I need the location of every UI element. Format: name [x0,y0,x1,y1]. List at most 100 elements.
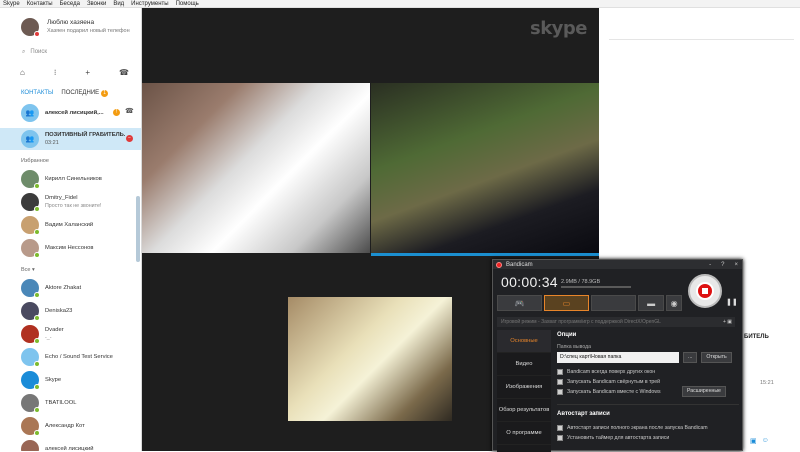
menu-view[interactable]: Вид [113,0,124,7]
recent-badge: 1 [101,89,109,97]
search-input[interactable]: Поиск [30,49,47,55]
help-button[interactable]: ? [721,262,724,268]
stop-icon [696,282,714,300]
contact-avatar [21,370,40,390]
option-autostart-timer[interactable]: Установить таймер для автостарта записи [557,433,739,443]
recent-item[interactable]: 👥 алексей лисицкий,... ! ☎ [0,102,141,124]
search-box[interactable]: ⌕ Поиск [22,46,141,58]
nav-video[interactable]: Видео [497,353,551,376]
home-icon[interactable]: ⌂ [20,68,25,77]
dialpad-icon[interactable]: ☎ [119,68,129,77]
contact-name: Skype [45,376,62,383]
menu-skype[interactable]: Skype [3,0,20,7]
contact-avatar [21,416,40,436]
record-stop-button[interactable] [688,274,722,308]
tab-contacts[interactable]: КОНТАКТЫ [21,90,53,96]
folder-icon[interactable]: ▬ [637,295,665,311]
checkbox[interactable] [557,425,563,431]
status-indicator [34,337,40,344]
contact-name: алексей лисицкий [45,445,94,452]
sidebar-toolbar: ⌂ ⁝ + ☎ [20,66,129,78]
contact-item[interactable]: Александр Кот [0,414,141,437]
recent-item-selected[interactable]: 👥 ПОЗИТИВНЫЙ ГРАБИТЕЛЬ... 03:21 − [0,128,141,150]
menu-contacts[interactable]: Контакты [27,0,53,7]
nav-results[interactable]: Обзор результатов [497,399,551,422]
checkbox[interactable] [557,389,563,395]
contact-avatar [21,169,40,189]
option-start-with-windows[interactable]: Запускать Bandicam вместе с Windows Расш… [557,386,739,397]
option-label: Автостарт записи полного экрана после за… [567,425,708,431]
contact-tabs: КОНТАКТЫ ПОСЛЕДНИЕ 1 [21,88,141,98]
bandicam-titlebar[interactable]: Bandicam - ? × [493,260,742,269]
option-label: Запускать Bandicam вместе с Windows [567,389,661,395]
contact-item[interactable]: Dvader -_- [0,322,141,345]
emoji-icon[interactable]: ☺ [762,437,769,445]
nav-images[interactable]: Изображения [497,376,551,399]
divider [557,404,739,405]
checkbox[interactable] [557,379,563,385]
option-autostart-fullscreen[interactable]: Автостарт записи полного экрана после за… [557,423,739,433]
contact-item[interactable]: алексей лисицкий [0,437,141,451]
status-indicator [34,251,40,258]
checkbox[interactable] [557,435,563,441]
menu-help[interactable]: Помощь [176,0,199,7]
recording-timer: 00:00:34 [501,274,558,290]
contact-item[interactable]: Кирилл Синельников [0,167,141,190]
contact-item[interactable]: Echo / Sound Test Service [0,345,141,368]
add-icon[interactable]: + [85,68,90,77]
status-indicator [34,383,40,390]
camera-icon[interactable]: ◉ [666,295,682,311]
open-button[interactable]: Открыть [701,352,732,363]
contact-item[interactable]: Deniska23 [0,299,141,322]
contact-item[interactable]: Dmitry_Fidel Просто так не звоните! [0,190,141,213]
contact-item[interactable]: Skype [0,368,141,391]
menu-calls[interactable]: Звонки [87,0,106,7]
close-button[interactable]: × [734,262,738,268]
game-mode-icon[interactable]: 🎮 [497,295,542,311]
option-label: Запускать Bandicam свёрнутым в трей [567,379,661,385]
contact-item[interactable]: Максим Нессонов [0,236,141,259]
group-icon: 👥 [21,104,39,122]
autostart-title: Автостарт записи [557,411,610,417]
sidebar-scrollbar[interactable] [136,196,140,262]
status-indicator [34,429,40,436]
contacts-icon[interactable]: ⁝ [54,68,57,77]
profile[interactable]: Люблю хазяена Хазяен подарил новый телеф… [0,8,141,40]
advanced-button[interactable]: Расширенные [682,386,726,397]
recording-size: 2.9MB / 78.9GB [561,279,631,288]
device-mode-button[interactable] [590,295,636,311]
tab-recent[interactable]: ПОСЛЕДНИЕ 1 [61,89,109,97]
tab-recent-label: ПОСЛЕДНИЕ [61,89,100,96]
status-indicator [34,314,40,321]
contact-item[interactable]: Aktore Zhakat [0,276,141,299]
nav-general[interactable]: Основные [497,330,551,353]
contact-name: Aktore Zhakat [45,284,82,291]
conversation-title-fragment: БИТЕЛЬ [744,334,769,340]
profile-avatar[interactable] [21,18,40,37]
contact-item[interactable]: TBATILOOL [0,391,141,414]
bandicam-logo-icon [496,261,502,268]
contact-name: Вадим Халанский [45,221,94,228]
call-end-icon[interactable]: ☎ [125,107,134,115]
option-always-on-top[interactable]: Bandicam всегда поверх других окон [557,367,739,377]
pause-icon[interactable]: ❚❚ [726,298,738,306]
menu-tools[interactable]: Инструменты [131,0,168,7]
contact-item[interactable]: Вадим Халанский [0,213,141,236]
minimize-button[interactable]: - [709,262,711,268]
output-folder-input[interactable]: D:\спец карт\Новая папка [557,352,679,363]
folder-label: Папка вывода [557,344,591,350]
checkbox[interactable] [557,369,563,375]
strip-controls[interactable]: + ▣ [723,317,732,327]
media-icon[interactable]: ▣ [750,437,757,445]
browse-button[interactable]: ... [683,352,698,363]
hangup-icon[interactable]: − [126,135,133,142]
all-label: Все [21,267,31,273]
nav-about[interactable]: О программе [497,422,551,445]
contact-name: Александр Кот [45,422,85,429]
screen-mode-icon[interactable]: ▭ [543,295,589,311]
alert-badge: ! [113,109,120,116]
contact-name: Кирилл Синельников [45,175,102,182]
menu-conversation[interactable]: Беседа [60,0,80,7]
group-icon: 👥 [21,130,39,148]
all-header[interactable]: Все ▾ [21,267,141,273]
